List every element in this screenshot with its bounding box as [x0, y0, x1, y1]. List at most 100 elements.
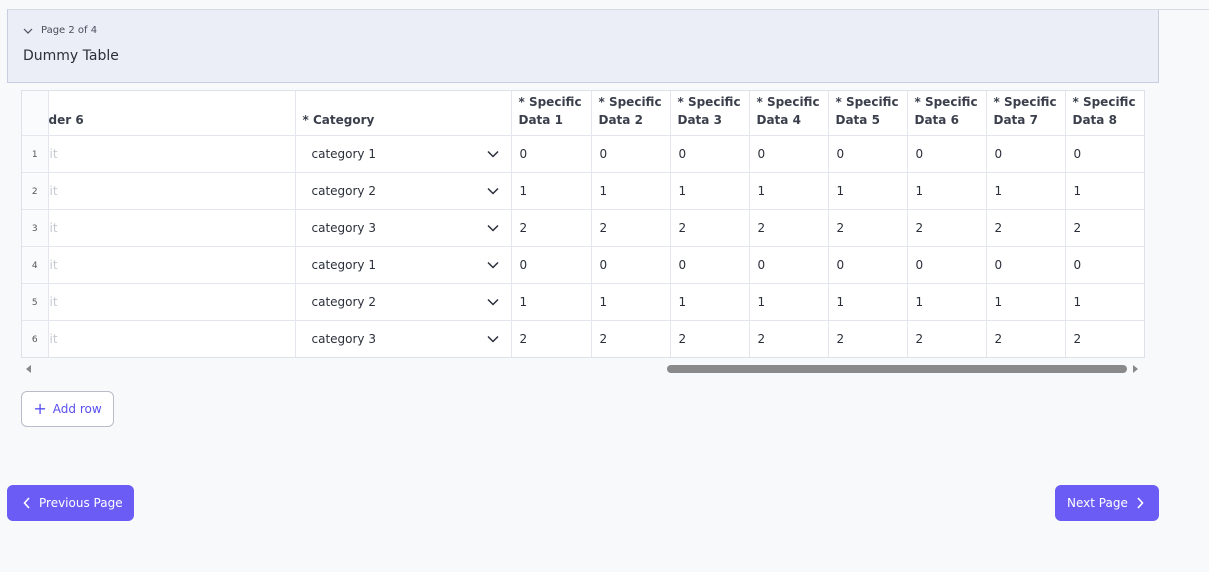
specific-data-cell[interactable]: 0 — [749, 246, 829, 284]
column-header[interactable]: * Specific Data 8 — [1065, 91, 1144, 136]
specific-data-cell[interactable]: 0 — [907, 246, 987, 284]
specific-data-cell[interactable]: 2 — [591, 320, 671, 357]
specific-data-cell[interactable]: 2 — [828, 320, 908, 357]
chevron-down-icon[interactable] — [486, 187, 499, 195]
chevron-down-icon[interactable] — [23, 26, 33, 36]
specific-data-cell[interactable]: 0 — [670, 135, 750, 173]
specific-data-cell[interactable]: 0 — [907, 135, 987, 173]
specific-data-cell[interactable]: 1 — [670, 283, 750, 321]
specific-data-cell[interactable]: 1 — [591, 283, 671, 321]
specific-data-cell[interactable]: 2 — [1065, 320, 1144, 357]
header6-cell[interactable]: it — [48, 246, 296, 284]
header6-cell[interactable]: it — [48, 209, 296, 247]
specific-data-cell[interactable]: 2 — [828, 209, 908, 247]
category-select[interactable]: category 2 — [295, 283, 512, 321]
chevron-right-icon — [1137, 497, 1144, 509]
specific-data-cell[interactable]: 0 — [1065, 246, 1144, 284]
horizontal-scrollbar[interactable] — [21, 362, 1145, 376]
specific-data-cell[interactable]: 2 — [986, 320, 1066, 357]
column-header[interactable]: * Specific Data 1 — [511, 91, 592, 136]
column-header[interactable]: * Specific Data 6 — [907, 91, 987, 136]
specific-data-cell[interactable]: 2 — [670, 320, 750, 357]
specific-data-cell[interactable]: 2 — [749, 209, 829, 247]
specific-data-cell[interactable]: 0 — [828, 135, 908, 173]
add-row-button[interactable]: + Add row — [21, 391, 114, 427]
category-select[interactable]: category 1 — [295, 246, 512, 284]
specific-data-cell[interactable]: 1 — [986, 283, 1066, 321]
header6-cell[interactable]: it — [48, 172, 296, 210]
column-header-label: Data 7 — [993, 112, 1038, 127]
specific-data-cell[interactable]: 1 — [828, 172, 908, 210]
header6-cell[interactable]: it — [48, 135, 296, 173]
specific-data-cell[interactable]: 1 — [907, 283, 987, 321]
specific-data-cell[interactable]: 2 — [1065, 209, 1144, 247]
specific-data-cell[interactable]: 1 — [1065, 283, 1144, 321]
specific-data-cell[interactable]: 2 — [591, 209, 671, 247]
specific-data-cell[interactable]: 0 — [986, 246, 1066, 284]
specific-data-cell[interactable]: 1 — [511, 172, 592, 210]
scrollbar-thumb[interactable] — [667, 365, 1127, 373]
column-header[interactable]: der 6 — [48, 91, 296, 136]
specific-data-cell[interactable]: 0 — [591, 135, 671, 173]
specific-data-cell[interactable]: 1 — [749, 283, 829, 321]
specific-data-cell[interactable]: 0 — [670, 246, 750, 284]
category-select[interactable]: category 3 — [295, 320, 512, 357]
specific-data-cell[interactable]: 1 — [591, 172, 671, 210]
chevron-down-icon[interactable] — [486, 335, 499, 343]
page-indicator-label: Page 2 of 4 — [41, 25, 98, 36]
chevron-down-icon[interactable] — [486, 224, 499, 232]
row-number: 5 — [22, 283, 49, 321]
scroll-right-icon[interactable] — [1133, 365, 1138, 373]
specific-data-cell[interactable]: 1 — [907, 172, 987, 210]
scroll-left-icon[interactable] — [26, 365, 31, 373]
chevron-down-icon[interactable] — [486, 298, 499, 306]
specific-data-cell[interactable]: 1 — [986, 172, 1066, 210]
specific-data-cell[interactable]: 2 — [511, 320, 592, 357]
header6-cell[interactable]: it — [48, 283, 296, 321]
specific-data-cell[interactable]: 2 — [749, 320, 829, 357]
column-header[interactable]: * Specific Data 7 — [986, 91, 1066, 136]
specific-data-cell[interactable]: 2 — [907, 320, 987, 357]
category-value: category 2 — [311, 183, 376, 198]
specific-data-cell[interactable]: 1 — [511, 283, 592, 321]
table-header-row: der 6 * Category * Specific Data 1 * Specifi… — [22, 91, 1144, 136]
specific-data-cell[interactable]: 2 — [907, 209, 987, 247]
chevron-down-icon[interactable] — [486, 150, 499, 158]
category-select[interactable]: category 1 — [295, 135, 512, 173]
column-header-label: Data 6 — [914, 112, 959, 127]
column-header[interactable]: * Category — [295, 91, 512, 136]
chevron-down-icon[interactable] — [486, 261, 499, 269]
header6-cell[interactable]: it — [48, 320, 296, 357]
specific-data-cell[interactable]: 0 — [749, 135, 829, 173]
category-select[interactable]: category 2 — [295, 172, 512, 210]
row-number: 3 — [22, 209, 49, 247]
previous-page-button[interactable]: Previous Page — [7, 485, 134, 521]
chevron-left-icon — [23, 497, 30, 509]
column-header[interactable]: * Specific Data 3 — [670, 91, 750, 136]
specific-data-cell[interactable]: 0 — [591, 246, 671, 284]
specific-data-cell[interactable]: 2 — [511, 209, 592, 247]
category-select[interactable]: category 3 — [295, 209, 512, 247]
next-page-label: Next Page — [1067, 496, 1128, 510]
column-header-label: Data 4 — [756, 112, 801, 127]
specific-data-cell[interactable]: 2 — [986, 209, 1066, 247]
next-page-button[interactable]: Next Page — [1055, 485, 1159, 521]
category-value: category 3 — [311, 331, 376, 346]
specific-data-cell[interactable]: 1 — [749, 172, 829, 210]
specific-data-cell[interactable]: 0 — [828, 246, 908, 284]
column-header[interactable]: * Specific Data 2 — [591, 91, 671, 136]
specific-data-cell[interactable]: 0 — [986, 135, 1066, 173]
table-row: 2 it category 211111111 — [22, 172, 1144, 210]
specific-data-cell[interactable]: 2 — [670, 209, 750, 247]
specific-data-cell[interactable]: 1 — [670, 172, 750, 210]
specific-data-cell[interactable]: 1 — [828, 283, 908, 321]
specific-data-cell[interactable]: 0 — [511, 135, 592, 173]
specific-data-cell[interactable]: 1 — [1065, 172, 1144, 210]
page-indicator[interactable]: Page 2 of 4 — [23, 25, 97, 36]
specific-data-cell[interactable]: 0 — [511, 246, 592, 284]
column-header[interactable]: * Specific Data 5 — [828, 91, 908, 136]
specific-data-cell[interactable]: 0 — [1065, 135, 1144, 173]
column-header[interactable]: * Specific Data 4 — [749, 91, 829, 136]
row-number: 1 — [22, 135, 49, 173]
section-title: Dummy Table — [23, 48, 119, 64]
